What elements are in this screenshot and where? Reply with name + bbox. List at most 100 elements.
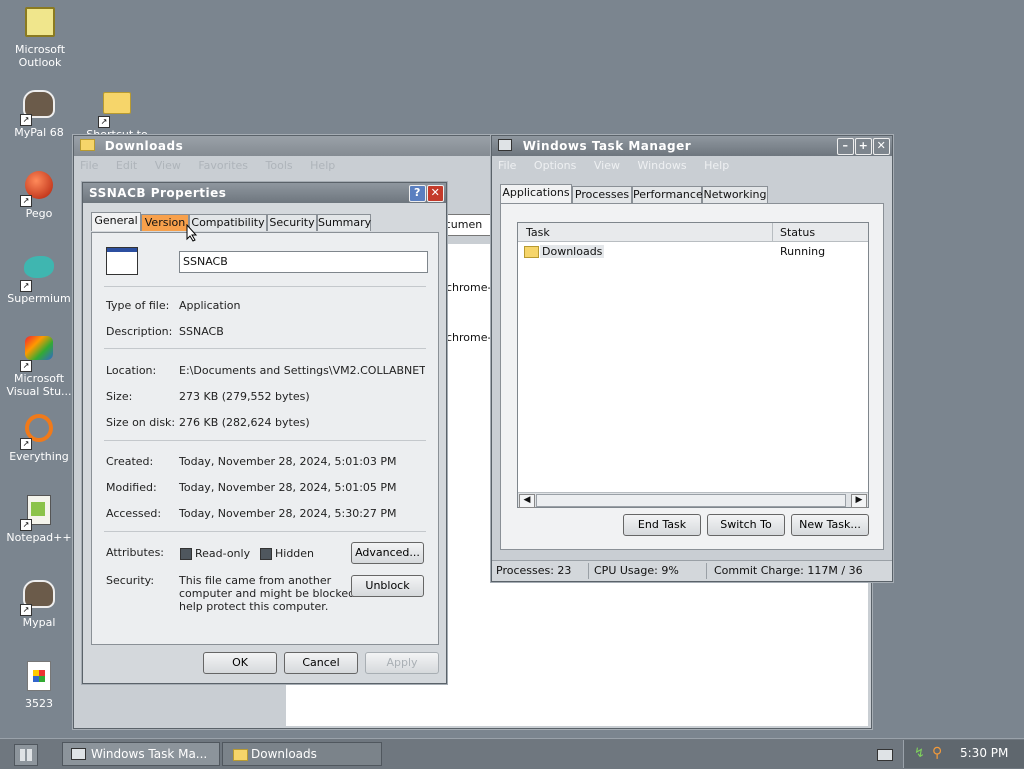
desktop-icon-shortcut-folder[interactable]: ↗ Shortcut to (79, 86, 155, 141)
start-button[interactable] (14, 744, 38, 766)
tab-security[interactable]: Security (267, 214, 317, 231)
taskbar-item-downloads[interactable]: Downloads (222, 742, 382, 766)
menu-view[interactable]: View (594, 159, 620, 172)
type-value: Application (179, 299, 241, 312)
minimize-icon[interactable]: – (837, 138, 854, 155)
tab-applications[interactable]: Applications (500, 184, 572, 203)
filename-field[interactable]: SSNACB (179, 251, 428, 273)
button-label: New Task... (799, 518, 861, 531)
menu-tools[interactable]: Tools (266, 159, 293, 172)
visual-studio-icon: ↗ (20, 336, 56, 372)
properties-titlebar[interactable]: SSNACB Properties ? ✕ (83, 183, 446, 203)
created-value: Today, November 28, 2024, 5:01:03 PM (179, 455, 397, 468)
menu-file[interactable]: File (80, 159, 98, 172)
status-commit: Commit Charge: 117M / 36 (714, 564, 863, 577)
status-bar: Processes: 23 CPU Usage: 9% Commit Charg… (492, 560, 892, 581)
task-manager-titlebar[interactable]: Windows Task Manager – + ✕ (492, 136, 892, 156)
desktop-icon-label: Pego (25, 207, 53, 220)
properties-tabs: General Version Compatibility Security S… (91, 212, 437, 232)
tab-label: Applications (502, 186, 570, 199)
readonly-checkbox[interactable] (180, 548, 192, 560)
horizontal-scrollbar[interactable]: ◀ ▶ (518, 492, 868, 508)
hidden-checkbox[interactable] (260, 548, 272, 560)
desktop-icon-pego[interactable]: ↗ Pego (1, 168, 77, 220)
taskbar-item-label: Windows Task Ma... (91, 747, 208, 761)
tab-performance[interactable]: Performance (632, 186, 703, 203)
everything-icon: ↗ (20, 414, 56, 450)
button-label: Switch To (720, 518, 772, 531)
apply-button[interactable]: Apply (365, 652, 439, 674)
advanced-button[interactable]: Advanced... (351, 542, 424, 564)
close-icon[interactable]: ✕ (873, 138, 890, 155)
scroll-right-icon[interactable]: ▶ (851, 494, 867, 508)
tab-label: Version (144, 216, 186, 229)
cancel-button[interactable]: Cancel (284, 652, 358, 674)
scroll-left-icon[interactable]: ◀ (519, 494, 535, 508)
desktop-icon-notepadpp[interactable]: ↗ Notepad++ (1, 492, 77, 544)
type-label: Type of file: (106, 299, 170, 312)
search-icon[interactable]: ⚲ (932, 745, 942, 761)
desktop-icon-label: 3523 (25, 697, 53, 710)
button-label: Apply (386, 656, 418, 669)
close-icon[interactable]: ✕ (427, 185, 444, 202)
desktop-icon-mypal[interactable]: ↗ Mypal (1, 576, 77, 629)
security-text-line: This file came from another (179, 574, 332, 587)
status-cpu: CPU Usage: 9% (594, 564, 679, 577)
switch-to-button[interactable]: Switch To (707, 514, 785, 536)
shortcut-arrow-icon: ↗ (20, 438, 32, 450)
attributes-label: Attributes: (106, 546, 165, 559)
tab-version[interactable]: Version (141, 214, 189, 231)
help-icon[interactable]: ? (409, 185, 426, 202)
desktop-icon-3523[interactable]: 3523 (1, 658, 77, 710)
clock[interactable]: 5:30 PM (960, 746, 1008, 760)
tab-compatibility[interactable]: Compatibility (189, 214, 267, 231)
desktop-icon-label: Notepad++ (6, 531, 72, 544)
task-row[interactable]: Downloads Running (522, 243, 864, 261)
tab-label: Security (269, 216, 315, 229)
maximize-icon[interactable]: + (855, 138, 872, 155)
size-on-disk-label: Size on disk: (106, 416, 176, 429)
menu-view[interactable]: View (155, 159, 181, 172)
menu-help[interactable]: Help (704, 159, 729, 172)
file-item-label: chrome- (446, 281, 492, 294)
desktop-icon-mypal68[interactable]: ↗ MyPal 68 (1, 86, 77, 139)
task-manager-window: Windows Task Manager – + ✕ File Options … (491, 135, 893, 582)
tab-general[interactable]: General (91, 212, 141, 231)
desktop-icon-everything[interactable]: ↗ Everything (1, 410, 77, 463)
unblock-button[interactable]: Unblock (351, 575, 424, 597)
column-status[interactable]: Status (780, 226, 815, 239)
desktop-icon-supermium[interactable]: ↗ Supermium (1, 250, 77, 305)
desktop-icon-label: MyPal 68 (14, 126, 64, 139)
application-icon (106, 247, 138, 275)
tab-processes[interactable]: Processes (572, 186, 632, 203)
menu-file[interactable]: File (498, 159, 516, 172)
new-task-button[interactable]: New Task... (791, 514, 869, 536)
file-item[interactable]: chrome- (446, 331, 491, 344)
keyboard-icon[interactable] (877, 749, 893, 761)
menu-help[interactable]: Help (310, 159, 335, 172)
network-icon[interactable]: ↯ (914, 746, 925, 761)
taskbar-item-task-manager[interactable]: Windows Task Ma... (62, 742, 220, 766)
desktop-icon-label: Microsoft Visual Stu... (6, 372, 72, 398)
desktop-icon-label: Supermium (7, 292, 71, 305)
desktop-icon-outlook[interactable]: Microsoft Outlook (2, 4, 78, 69)
tab-networking[interactable]: Networking (702, 186, 768, 203)
desktop-icon-visual-studio[interactable]: ↗ Microsoft Visual Stu... (1, 332, 77, 398)
tab-summary[interactable]: Summary (317, 214, 371, 231)
menu-windows[interactable]: Windows (637, 159, 686, 172)
mouse-cursor-icon (186, 223, 198, 245)
desktop-icon-label: Mypal (22, 616, 56, 629)
size-value: 273 KB (279,552 bytes) (179, 390, 310, 403)
folder-icon: ↗ (98, 92, 134, 128)
scroll-thumb[interactable] (536, 494, 846, 507)
menu-options[interactable]: Options (534, 159, 576, 172)
menu-favorites[interactable]: Favorites (198, 159, 248, 172)
task-list[interactable]: Task Status Downloads Running ◀ ▶ (517, 222, 869, 508)
properties-dialog: SSNACB Properties ? ✕ General Version Co… (82, 182, 447, 684)
column-task[interactable]: Task (526, 226, 550, 239)
system-tray: ↯ ⚲ 5:30 PM (903, 740, 1024, 768)
ok-button[interactable]: OK (203, 652, 277, 674)
file-item[interactable]: chrome- (446, 281, 491, 294)
menu-edit[interactable]: Edit (116, 159, 137, 172)
end-task-button[interactable]: End Task (623, 514, 701, 536)
